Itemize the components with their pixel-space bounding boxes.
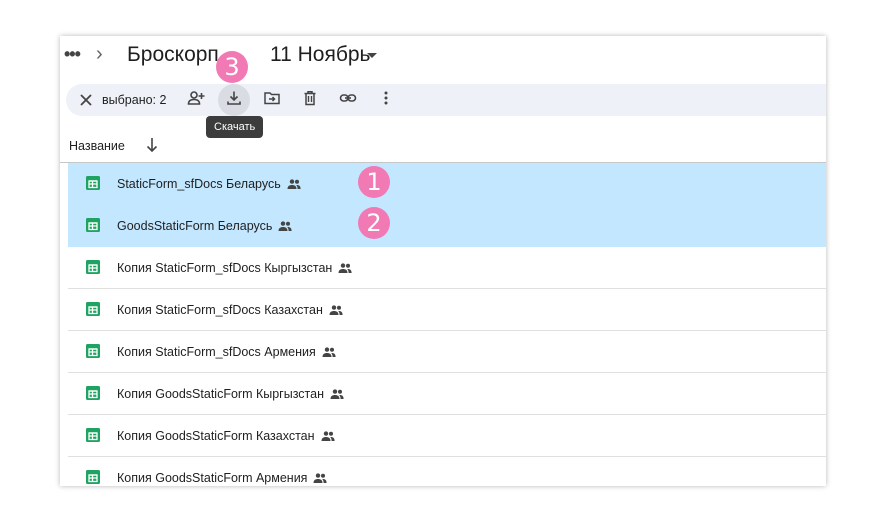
selection-toolbar: выбрано: 2 <box>66 84 826 116</box>
close-icon[interactable] <box>76 90 96 110</box>
file-name[interactable]: Копия GoodsStaticForm Кыргызстан <box>117 387 324 401</box>
trash-icon <box>301 89 319 112</box>
file-list: StaticForm_sfDocs Беларусь GoodsStaticFor… <box>68 163 826 486</box>
folder-menu-caret-icon[interactable] <box>367 53 377 58</box>
breadcrumb-parent-folder[interactable]: Броскорп <box>127 42 219 68</box>
google-sheets-icon <box>86 470 100 484</box>
delete-button[interactable] <box>294 84 326 116</box>
shared-people-icon <box>322 345 336 361</box>
file-row[interactable]: GoodsStaticForm Беларусь <box>68 205 826 247</box>
download-icon <box>225 89 243 112</box>
breadcrumb-separator: › <box>96 43 103 65</box>
drive-panel: ••• › Броскорп 11 Ноябрь 3 выбрано: 2 Ск… <box>60 36 826 486</box>
shared-people-icon <box>313 471 328 486</box>
share-button[interactable] <box>180 84 212 116</box>
shared-people-icon <box>330 387 344 403</box>
google-sheets-icon <box>86 386 100 400</box>
share-icon <box>187 89 205 112</box>
google-sheets-icon <box>86 176 100 190</box>
file-name[interactable]: Копия StaticForm_sfDocs Армения <box>117 345 316 359</box>
file-row[interactable]: Копия GoodsStaticForm Армения <box>68 457 826 486</box>
more-breadcrumbs-button[interactable]: ••• <box>64 44 81 64</box>
file-name[interactable]: Копия StaticForm_sfDocs Кыргызстан <box>117 261 332 275</box>
file-name-wrap: GoodsStaticForm Беларусь <box>117 218 293 235</box>
file-name-wrap: Копия StaticForm_sfDocs Казахстан <box>117 302 343 319</box>
breadcrumb: ••• › Броскорп 11 Ноябрь <box>60 36 826 76</box>
google-sheets-icon <box>86 302 100 316</box>
more-vert-icon <box>377 89 395 112</box>
file-name-wrap: StaticForm_sfDocs Беларусь <box>117 176 301 193</box>
link-icon <box>339 89 357 112</box>
file-name-wrap: Копия GoodsStaticForm Кыргызстан <box>117 386 344 403</box>
callout-marker-3: 3 <box>216 51 248 83</box>
move-to-folder-icon <box>263 89 281 112</box>
breadcrumb-current-folder[interactable]: 11 Ноябрь <box>270 42 371 68</box>
column-header: Название <box>60 134 826 163</box>
google-sheets-icon <box>86 344 100 358</box>
file-name[interactable]: GoodsStaticForm Беларусь <box>117 219 272 233</box>
file-name[interactable]: Копия StaticForm_sfDocs Казахстан <box>117 303 323 317</box>
google-sheets-icon <box>86 218 100 232</box>
shared-people-icon <box>329 303 343 319</box>
file-row[interactable]: Копия GoodsStaticForm Казахстан <box>68 415 826 457</box>
file-row[interactable]: Копия StaticForm_sfDocs Армения <box>68 331 826 373</box>
download-button[interactable] <box>218 84 250 116</box>
shared-people-icon <box>278 219 293 235</box>
more-actions-button[interactable] <box>370 84 402 116</box>
google-sheets-icon <box>86 428 100 442</box>
shared-people-icon <box>338 261 352 277</box>
file-row[interactable]: StaticForm_sfDocs Беларусь <box>68 163 826 205</box>
selected-count: выбрано: 2 <box>102 93 167 107</box>
file-row[interactable]: Копия GoodsStaticForm Кыргызстан <box>68 373 826 415</box>
name-column-header[interactable]: Название <box>69 138 125 154</box>
file-name[interactable]: StaticForm_sfDocs Беларусь <box>117 177 281 191</box>
file-name-wrap: Копия StaticForm_sfDocs Кыргызстан <box>117 260 352 277</box>
shared-people-icon <box>287 177 301 193</box>
file-name-wrap: Копия GoodsStaticForm Армения <box>117 470 328 486</box>
file-name-wrap: Копия GoodsStaticForm Казахстан <box>117 428 335 445</box>
callout-marker-1: 1 <box>358 166 390 198</box>
google-sheets-icon <box>86 260 100 274</box>
file-row[interactable]: Копия StaticForm_sfDocs Казахстан <box>68 289 826 331</box>
shared-people-icon <box>321 429 335 445</box>
file-row[interactable]: Копия StaticForm_sfDocs Кыргызстан <box>68 247 826 289</box>
sort-arrow-down-icon[interactable] <box>144 135 160 160</box>
file-name[interactable]: Копия GoodsStaticForm Армения <box>117 471 307 485</box>
callout-marker-2: 2 <box>358 207 390 239</box>
move-button[interactable] <box>256 84 288 116</box>
copy-link-button[interactable] <box>332 84 364 116</box>
file-name-wrap: Копия StaticForm_sfDocs Армения <box>117 344 336 361</box>
file-name[interactable]: Копия GoodsStaticForm Казахстан <box>117 429 315 443</box>
